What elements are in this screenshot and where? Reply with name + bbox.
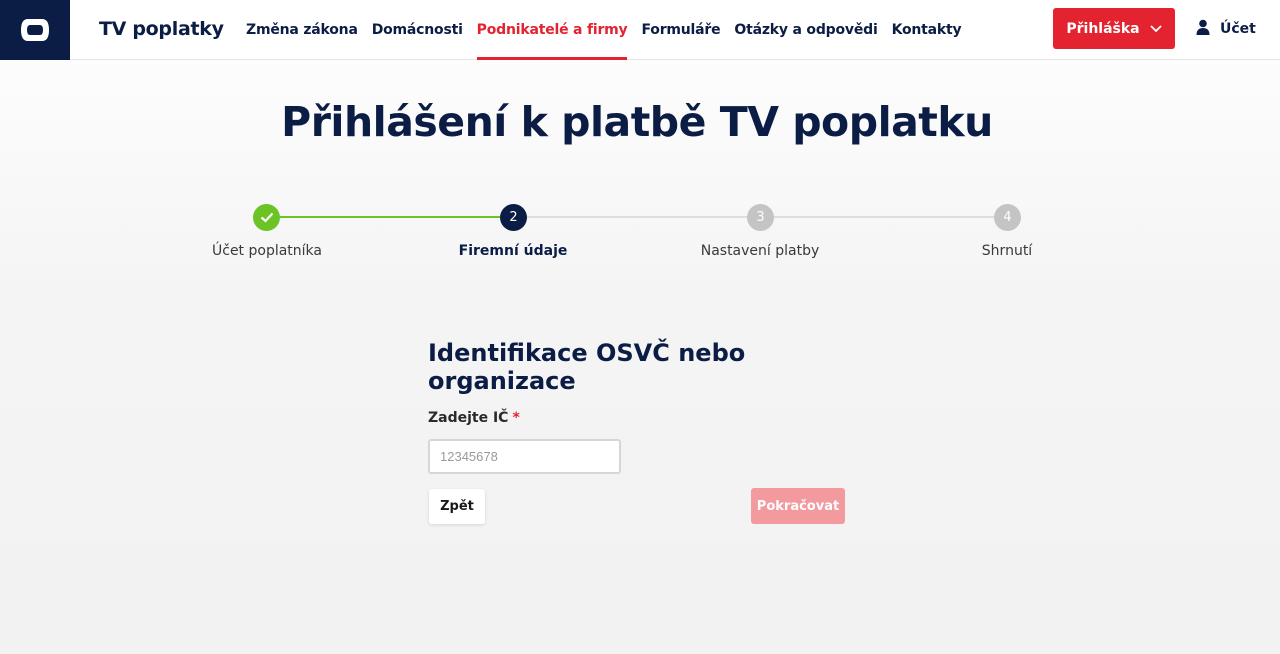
nav-item-formulare[interactable]: Formuláře [641,0,720,60]
step-1-checkmark-icon [253,204,280,231]
step-1-label: Účet poplatníka [212,243,322,259]
site-title[interactable]: TV poplatky [99,18,224,40]
prihlaska-button[interactable]: Přihláška [1053,8,1175,49]
step-2-circle: 2 [500,204,527,231]
step-4-circle: 4 [994,204,1021,231]
page-title: Přihlášení k platbě TV poplatku [281,98,993,146]
user-icon [1196,19,1210,39]
step-3-circle: 3 [747,204,774,231]
ct-logo-icon[interactable] [0,0,70,60]
stepper-line-completed [280,216,500,218]
account-label: Účet [1220,21,1256,37]
progress-stepper: Účet poplatníka 2 Firemní údaje 3 Nastav… [0,200,1280,270]
step-4-label: Shrnutí [981,243,1033,259]
form-heading: Identifikace OSVČ nebo organizace [428,339,746,395]
nav-item-otazky[interactable]: Otázky a odpovědi [734,0,877,60]
chevron-down-icon [1150,21,1162,37]
ic-label-text: Zadejte IČ [428,410,509,426]
step-3-label: Nastavení platby [700,243,820,259]
nav-item-podnikatele[interactable]: Podnikatelé a firmy [476,0,628,60]
ic-field-label: Zadejte IČ * [428,410,520,426]
main-nav: Změna zákona Domácnosti Podnikatelé a fi… [246,0,975,60]
account-link[interactable]: Účet [1196,18,1256,40]
nav-item-zmena-zakona[interactable]: Změna zákona [246,0,358,60]
nav-item-domacnosti[interactable]: Domácnosti [372,0,463,60]
continue-button[interactable]: Pokračovat [751,488,845,524]
prihlaska-label: Přihláška [1066,20,1140,37]
site-header: TV poplatky Změna zákona Domácnosti Podn… [0,0,1280,60]
back-button[interactable]: Zpět [429,489,485,524]
step-2-label: Firemní údaje [458,243,568,259]
nav-item-kontakty[interactable]: Kontakty [892,0,962,60]
ic-input[interactable] [428,439,621,474]
required-asterisk: * [512,410,520,426]
